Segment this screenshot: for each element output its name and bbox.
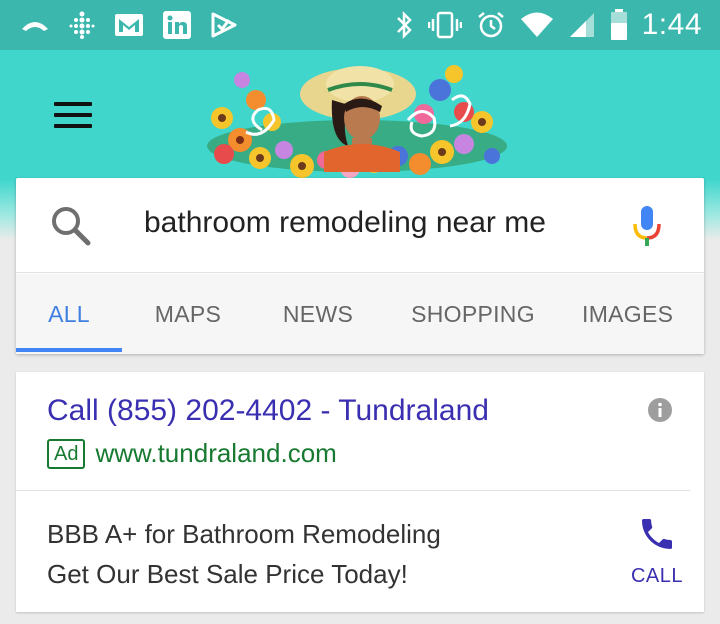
ad-url-row: Ad www.tundraland.com: [47, 438, 337, 469]
vibrate-icon: [427, 11, 462, 39]
search-bar[interactable]: bathroom remodeling near me: [16, 178, 704, 273]
ad-description-line: BBB A+ for Bathroom Remodeling: [47, 519, 441, 549]
phone-icon: [637, 514, 677, 559]
call-button[interactable]: CALL: [622, 514, 692, 590]
info-icon[interactable]: [648, 398, 672, 427]
gmail-icon: [114, 13, 144, 37]
notification-icons: [0, 10, 238, 40]
search-card: bathroom remodeling near me ALL MAPS NEW…: [16, 178, 704, 354]
battery-icon: [610, 9, 628, 41]
tab-news[interactable]: NEWS: [268, 274, 368, 354]
cell-signal-icon: [568, 11, 596, 39]
google-doodle-icon[interactable]: [202, 60, 512, 187]
wifi-icon: [520, 12, 554, 38]
search-icon[interactable]: [50, 205, 92, 252]
status-bar: 1:44: [0, 0, 720, 50]
tab-all[interactable]: ALL: [16, 274, 122, 354]
divider: [16, 490, 690, 491]
microphone-icon[interactable]: [632, 204, 662, 253]
tab-maps[interactable]: MAPS: [138, 274, 238, 354]
tab-images[interactable]: IMAGES: [582, 274, 704, 354]
ad-description: BBB A+ for Bathroom Remodeling Get Our B…: [47, 514, 441, 594]
search-tabs: ALL MAPS NEWS SHOPPING IMAGES: [16, 274, 704, 354]
checkmark-app-icon: [210, 11, 238, 39]
ad-url[interactable]: www.tundraland.com: [95, 438, 336, 469]
ad-result-card: Call (855) 202-4402 - Tundraland Ad www.…: [16, 372, 704, 612]
ad-badge: Ad: [47, 438, 86, 469]
hamburger-menu-icon[interactable]: [54, 102, 92, 128]
missed-call-icon: [20, 17, 50, 33]
search-input[interactable]: bathroom remodeling near me: [144, 206, 614, 240]
bluetooth-icon: [394, 10, 414, 40]
tab-shopping[interactable]: SHOPPING: [400, 274, 546, 354]
ad-title-link[interactable]: Call (855) 202-4402 - Tundraland: [47, 394, 489, 428]
dots-grid-icon: [68, 11, 96, 39]
linkedin-icon: [162, 10, 192, 40]
active-tab-indicator: [16, 348, 122, 352]
ad-description-line: Get Our Best Sale Price Today!: [47, 559, 408, 589]
alarm-icon: [476, 10, 506, 40]
call-label: CALL: [630, 565, 684, 587]
clock-time: 1:44: [641, 8, 702, 41]
system-icons: 1:44: [394, 8, 720, 42]
